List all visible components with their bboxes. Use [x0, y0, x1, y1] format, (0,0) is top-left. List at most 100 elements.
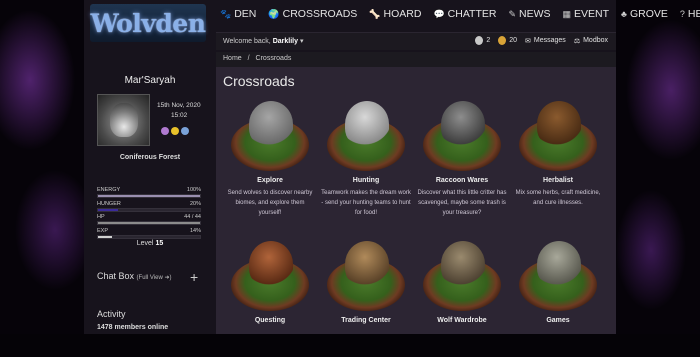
breadcrumb-current: Crossroads [255, 55, 292, 62]
tree-icon: ♣ [621, 9, 627, 19]
wolf-avatar[interactable] [97, 94, 150, 146]
card-explore[interactable]: Explore Send wolves to discover nearby bi… [222, 97, 318, 217]
card-illustration[interactable] [231, 237, 309, 313]
card-illustration[interactable] [519, 237, 597, 313]
modbox-link[interactable]: ⚖ Modbox [574, 37, 608, 45]
card-hunting[interactable]: Hunting Teamwork makes the dream work - s… [318, 97, 414, 217]
card-title[interactable]: Hunting [318, 177, 414, 184]
main-content: Crossroads Explore Send wolves to discove… [216, 67, 616, 334]
globe-icon: 🌍 [268, 8, 280, 19]
card-wolf-wardrobe[interactable]: Wolf Wardrobe [414, 237, 510, 357]
stat-fill [98, 236, 113, 238]
card-illustration[interactable] [519, 97, 597, 173]
user-bar: Welcome back, Darklily ▾ 2 20 ✉ Messages … [216, 32, 616, 50]
stat-track [97, 194, 201, 198]
card-description: Mix some herbs, craft medicine, and cure… [515, 190, 601, 206]
animal-figure [249, 241, 293, 287]
card-illustration[interactable] [423, 237, 501, 313]
animal-figure [441, 241, 485, 287]
flower-icon [161, 127, 169, 135]
nav-crossroads[interactable]: 🌍 CROSSROADS [268, 8, 357, 20]
card-description: Send wolves to discover nearby biomes, a… [227, 190, 313, 216]
silver-coin-icon [475, 36, 484, 45]
status-badges [161, 127, 189, 135]
card-title[interactable]: Herbalist [510, 177, 606, 184]
background-left [0, 0, 84, 334]
stat-track [97, 221, 201, 225]
card-title[interactable]: Games [510, 317, 606, 324]
card-title[interactable]: Trading Center [318, 317, 414, 324]
stat-exp: EXP 14% [97, 228, 201, 239]
stat-track [97, 235, 201, 239]
pack-location: Coniferous Forest [119, 154, 181, 161]
members-online: 1478 members online [97, 324, 169, 331]
animal-figure [441, 101, 485, 147]
site-logo[interactable]: Wolvden [90, 4, 206, 42]
username: Darklily [272, 38, 298, 45]
calendar-icon: ▦ [562, 8, 572, 19]
site-container: Wolvden 🐾 DEN 🌍 CROSSROADS 🦴 HOARD 💬 CHATTER ✎ NE… [84, 0, 700, 334]
stat-hp: HP 44 / 44 [97, 214, 201, 225]
stat-energy: ENERGY 100% [97, 187, 201, 198]
chat-icon: 💬 [433, 8, 445, 19]
animal-figure [345, 101, 389, 147]
welcome-text[interactable]: Welcome back, Darklily ▾ [223, 37, 303, 45]
nav-news[interactable]: ✎ NEWS [508, 8, 550, 20]
card-title[interactable]: Wolf Wardrobe [414, 317, 510, 324]
card-games[interactable]: Games [510, 237, 606, 357]
nav-event[interactable]: ▦ EVENT [563, 8, 610, 20]
sidebar: Mar'Saryah 15th Nov, 2020 15:02 Coniferou… [84, 66, 216, 334]
nav-den[interactable]: 🐾 DEN [220, 8, 256, 20]
plus-icon[interactable]: + [190, 269, 198, 285]
nav-hoard[interactable]: 🦴 HOARD [369, 8, 421, 20]
messages-icon: ✉ [525, 37, 531, 45]
gold-coin-icon [498, 36, 507, 45]
animal-figure [537, 241, 581, 287]
chat-box-title: Chat Box (Full View ➜) [97, 271, 172, 281]
gavel-icon: ⚖ [573, 37, 581, 45]
card-title[interactable]: Raccoon Wares [414, 177, 510, 184]
nav-grove[interactable]: ♣ GROVE [621, 8, 668, 20]
stat-fill [98, 195, 200, 197]
stat-fill [98, 222, 200, 224]
card-title[interactable]: Questing [222, 317, 318, 324]
card-title[interactable]: Explore [222, 177, 318, 184]
animal-figure [249, 101, 293, 147]
currency-gold[interactable]: 20 [498, 36, 517, 45]
stat-hunger: HUNGER 20% [97, 201, 201, 212]
card-illustration[interactable] [423, 97, 501, 173]
page-title: Crossroads [223, 73, 295, 89]
card-questing[interactable]: Questing [222, 237, 318, 357]
nav-help[interactable]: ?HELP [680, 8, 700, 20]
card-raccoon-wares[interactable]: Raccoon Wares Discover what this little c… [414, 97, 510, 217]
card-herbalist[interactable]: Herbalist Mix some herbs, craft medicine,… [510, 97, 606, 217]
help-icon: ? [679, 9, 685, 19]
chat-full-view-link[interactable]: (Full View ➜) [137, 275, 172, 281]
animal-figure [537, 101, 581, 147]
logo-text: Wolvden [90, 8, 206, 38]
chevron-down-icon: ▾ [299, 38, 304, 45]
level-display: Level 15 [136, 240, 164, 247]
breadcrumb: Home / Crossroads [216, 52, 616, 67]
paw-icon: 🐾 [220, 8, 232, 19]
activity-title: Activity [97, 309, 126, 319]
bone-icon: 🦴 [369, 8, 381, 19]
currency-silver[interactable]: 2 [475, 36, 490, 45]
card-description: Teamwork makes the dream work - send you… [321, 190, 411, 216]
wolf-name[interactable]: Mar'Saryah [84, 75, 216, 86]
nav-chatter[interactable]: 💬 CHATTER [433, 8, 496, 20]
server-date: 15th Nov, 2020 15:02 [157, 102, 201, 119]
snowflake-icon [181, 127, 189, 135]
card-trading-center[interactable]: Trading Center [318, 237, 414, 357]
background-right [616, 0, 700, 334]
feather-icon: ✎ [508, 8, 517, 19]
card-illustration[interactable] [327, 97, 405, 173]
card-illustration[interactable] [327, 237, 405, 313]
card-illustration[interactable] [231, 97, 309, 173]
sun-icon [171, 127, 179, 135]
messages-link[interactable]: ✉ Messages [525, 37, 566, 45]
user-stats: 2 20 ✉ Messages ⚖ Modbox [475, 36, 608, 45]
breadcrumb-home[interactable]: Home [223, 55, 242, 62]
animal-figure [345, 241, 389, 287]
stat-track [97, 208, 201, 212]
